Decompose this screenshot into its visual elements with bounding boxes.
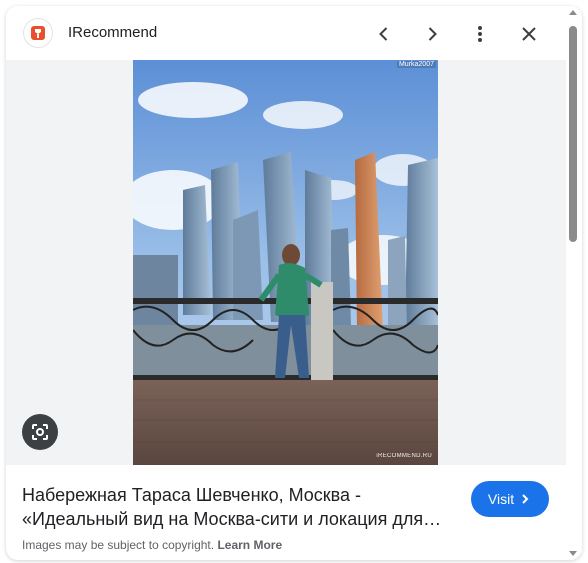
scrollbar-thumb[interactable]	[569, 26, 577, 242]
irecommend-logo-icon[interactable]	[23, 18, 53, 48]
close-button[interactable]	[513, 18, 545, 50]
site-name[interactable]: IRecommend	[68, 24, 157, 41]
image-info: Набережная Тараса Шевченко, Москва - «Ид…	[6, 465, 566, 560]
image-title[interactable]: Набережная Тараса Шевченко, Москва - «Ид…	[22, 483, 442, 531]
visit-button[interactable]: Visit	[471, 481, 549, 517]
visit-label: Visit	[487, 491, 515, 507]
more-options-button[interactable]	[464, 18, 496, 50]
image-area: Murka2007 iRECOMMEND.RU	[6, 60, 566, 465]
learn-more-link[interactable]: Learn More	[217, 538, 282, 552]
copyright-notice: Images may be subject to copyright. Lear…	[22, 538, 282, 552]
next-button[interactable]	[416, 18, 448, 50]
chevron-left-icon	[379, 27, 388, 41]
preview-image[interactable]: Murka2007 iRECOMMEND.RU	[133, 60, 438, 465]
more-vert-icon	[478, 26, 482, 42]
viewer-header: IRecommend	[6, 6, 582, 60]
image-title-line-1[interactable]: Набережная Тараса Шевченко, Москва -	[22, 483, 442, 507]
chevron-right-icon	[522, 494, 529, 504]
lens-search-button[interactable]	[22, 414, 58, 450]
previous-button[interactable]	[368, 18, 400, 50]
close-icon	[522, 27, 536, 41]
scroll-down-arrow[interactable]	[569, 551, 577, 556]
lens-search-icon	[32, 424, 48, 440]
photo-author-watermark: Murka2007	[396, 61, 436, 68]
chevron-right-icon	[428, 27, 437, 41]
copyright-text: Images may be subject to copyright.	[22, 538, 218, 552]
site-watermark: iRECOMMEND.RU	[376, 453, 432, 459]
image-title-line-2[interactable]: «Идеальный вид на Москва-сити и локация …	[22, 507, 442, 531]
scroll-up-arrow[interactable]	[569, 10, 577, 15]
image-viewer-panel: IRecommend Murka2007 iRECOMMEND.RU Набер…	[6, 6, 582, 560]
